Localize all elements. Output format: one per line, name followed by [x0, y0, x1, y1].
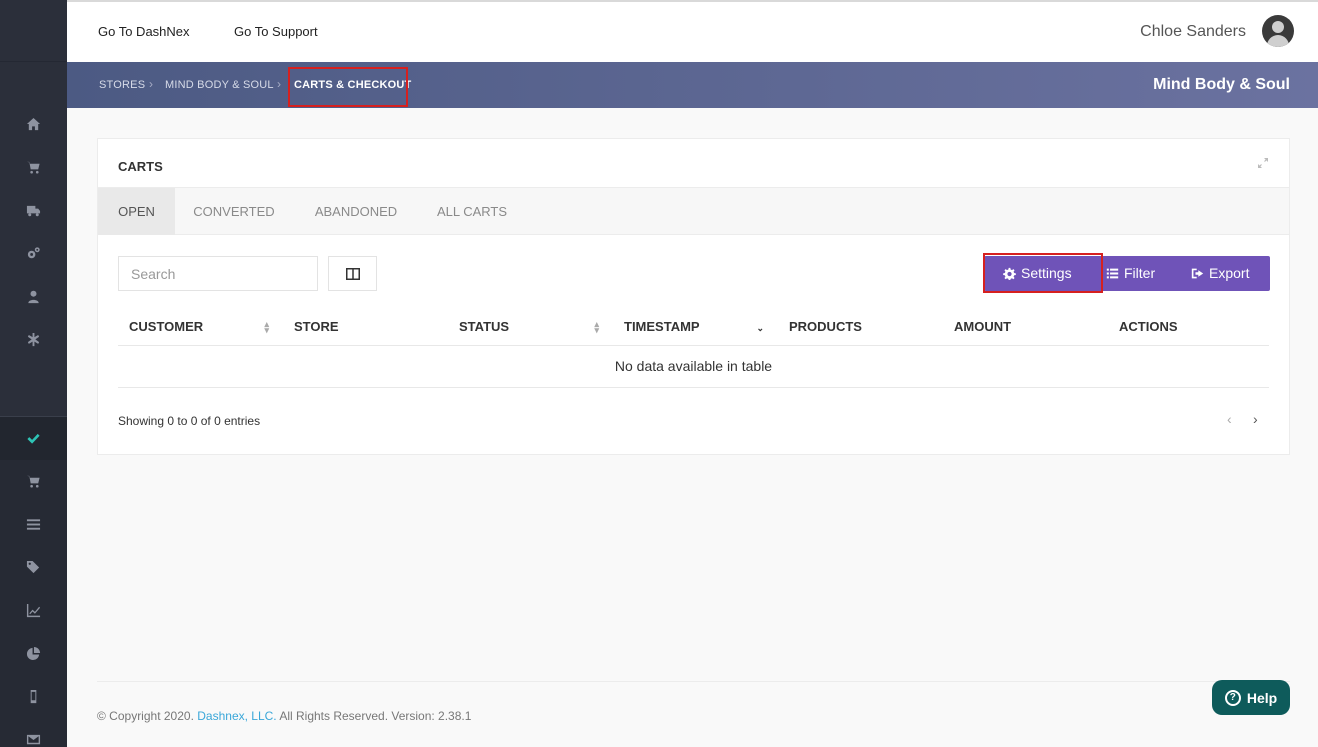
- tags-icon: [26, 560, 40, 574]
- search-input[interactable]: [118, 256, 318, 291]
- sidebar-item-home[interactable]: [0, 103, 67, 146]
- user-icon: [28, 290, 39, 304]
- user-name[interactable]: Chloe Sanders: [1140, 23, 1246, 41]
- sort-desc-icon: ⌄: [756, 323, 764, 333]
- sidebar-item-mobile[interactable]: [0, 675, 67, 718]
- line-chart-icon: [26, 603, 41, 618]
- mobile-icon: [30, 689, 37, 704]
- carts-card: CARTS OPEN CONVERTED ABANDONED ALL CARTS…: [97, 138, 1290, 455]
- column-header-customer[interactable]: CUSTOMER ▴ ▾: [118, 309, 283, 346]
- breadcrumb-separator-icon: ›: [277, 77, 281, 91]
- column-header-store[interactable]: STORE: [283, 309, 448, 346]
- avatar[interactable]: [1262, 15, 1294, 47]
- footer-divider: [97, 681, 1290, 682]
- sort-icon: ▴ ▾: [264, 319, 269, 335]
- truck-icon: [26, 205, 41, 217]
- asterisk-icon: [27, 332, 40, 347]
- footer: © Copyright 2020. Dashnex, LLC. All Righ…: [97, 709, 471, 723]
- filter-button-label: Filter: [1124, 265, 1156, 281]
- action-button-group: Settings Filter Export: [984, 256, 1270, 291]
- question-icon: ?: [1224, 689, 1241, 706]
- sidebar-item-orders[interactable]: [0, 460, 67, 503]
- sidebar-item-settings[interactable]: [0, 232, 67, 275]
- envelope-icon: [26, 734, 41, 745]
- tab-all-carts[interactable]: ALL CARTS: [428, 188, 516, 235]
- sidebar-item-reports[interactable]: [0, 632, 67, 675]
- breadcrumb-separator-icon: ›: [149, 77, 153, 91]
- avatar-head-shape: [1272, 21, 1284, 33]
- card-title: CARTS: [118, 159, 163, 174]
- tab-abandoned[interactable]: ABANDONED: [303, 188, 409, 235]
- breadcrumb-stores[interactable]: STORES: [99, 79, 145, 91]
- next-page-icon[interactable]: ›: [1253, 411, 1258, 427]
- cogs-icon: [27, 247, 40, 259]
- sidebar-item-analytics[interactable]: [0, 589, 67, 632]
- sort-icon: ▴ ▾: [594, 319, 599, 335]
- avatar-body-shape: [1267, 35, 1289, 47]
- column-header-status[interactable]: STATUS ▴ ▾: [448, 309, 613, 346]
- cart-icon: [26, 161, 40, 174]
- columns-icon: [345, 267, 360, 280]
- footer-rights: All Rights Reserved. Version: 2.38.1: [279, 709, 472, 723]
- sidebar-item-tags[interactable]: [0, 546, 67, 589]
- top-header: Go To DashNex Go To Support Chloe Sander…: [67, 0, 1318, 62]
- go-to-dashnex-link[interactable]: Go To DashNex: [98, 24, 190, 39]
- carts-table: CUSTOMER ▴ ▾ STORE STATUS ▴ ▾ TIMESTAMP ⌄ PRO…: [118, 309, 1269, 388]
- breadcrumb-store[interactable]: MIND BODY & SOUL: [165, 79, 274, 91]
- sidebar-item-cart[interactable]: [0, 146, 67, 189]
- pie-chart-icon: [26, 646, 41, 661]
- settings-button-label: Settings: [1021, 265, 1072, 281]
- sidebar: [0, 0, 67, 747]
- breadcrumb-highlight-box: [288, 67, 408, 107]
- sidebar-item-list[interactable]: [0, 503, 67, 546]
- gear-icon: [1003, 267, 1016, 280]
- sidebar-logo-area: [0, 0, 67, 62]
- sidebar-item-misc[interactable]: [0, 318, 67, 361]
- sidebar-item-users[interactable]: [0, 275, 67, 318]
- help-button[interactable]: ? Help: [1212, 680, 1290, 715]
- cart-tabs: OPEN CONVERTED ABANDONED ALL CARTS: [98, 187, 1289, 235]
- footer-company-link[interactable]: Dashnex, LLC.: [197, 709, 276, 723]
- tab-open[interactable]: OPEN: [98, 188, 175, 235]
- filter-button[interactable]: Filter: [1106, 256, 1155, 291]
- go-to-support-link[interactable]: Go To Support: [234, 24, 318, 39]
- column-header-amount: AMOUNT: [943, 309, 1108, 346]
- entries-info: Showing 0 to 0 of 0 entries: [118, 414, 261, 428]
- sidebar-item-checkout[interactable]: [0, 417, 67, 460]
- footer-copyright: © Copyright 2020.: [97, 709, 194, 723]
- help-button-label: Help: [1246, 689, 1278, 706]
- sidebar-item-email[interactable]: [0, 718, 67, 747]
- column-header-actions: ACTIONS: [1108, 309, 1269, 346]
- home-icon: [26, 117, 41, 131]
- sidebar-item-shipping[interactable]: [0, 189, 67, 232]
- tab-converted[interactable]: CONVERTED: [184, 188, 284, 235]
- sign-out-icon: [1191, 268, 1204, 279]
- previous-page-icon[interactable]: ‹: [1227, 411, 1232, 427]
- export-button-label: Export: [1209, 265, 1250, 281]
- list-icon: [26, 519, 41, 530]
- empty-table-message: No data available in table: [118, 345, 1269, 388]
- cart-icon: [26, 475, 40, 488]
- column-visibility-button[interactable]: [328, 256, 377, 291]
- expand-icon[interactable]: [1257, 157, 1269, 169]
- export-button[interactable]: Export: [1191, 256, 1249, 291]
- breadcrumb: STORES › MIND BODY & SOUL › CARTS & CHEC…: [67, 62, 1318, 108]
- store-title: Mind Body & Soul: [1153, 76, 1290, 93]
- column-header-products: PRODUCTS: [778, 309, 943, 346]
- column-header-timestamp[interactable]: TIMESTAMP ⌄: [613, 309, 778, 346]
- settings-button[interactable]: Settings: [1003, 256, 1072, 291]
- list-icon: [1106, 268, 1119, 279]
- check-icon: [27, 433, 40, 444]
